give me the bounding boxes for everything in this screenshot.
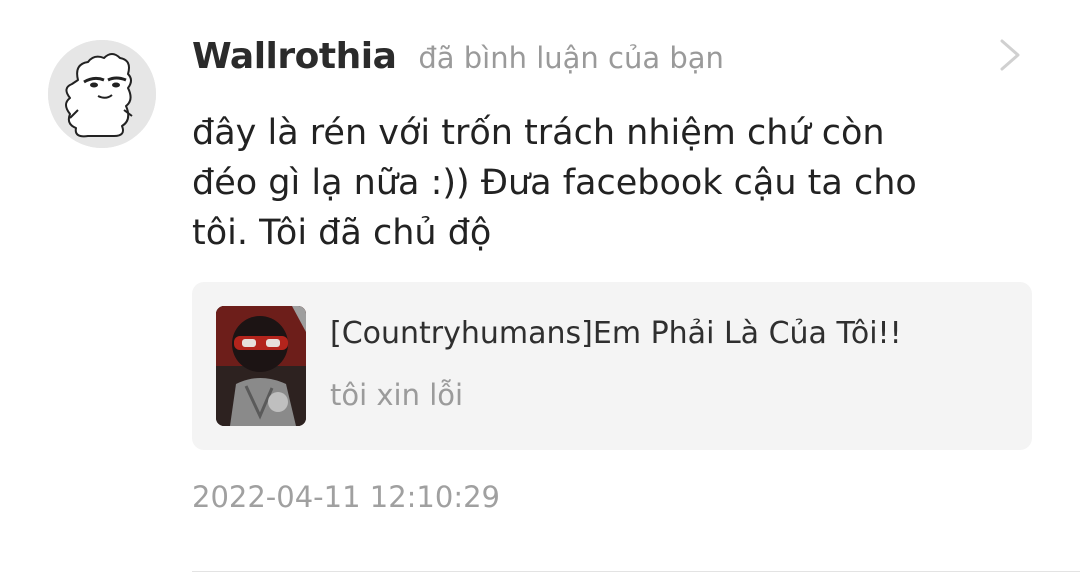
comment-line: tôi. Tôi đã chủ độ <box>192 213 492 253</box>
notification-header: Wallrothia đã bình luận của bạn <box>192 36 724 84</box>
story-cover[interactable] <box>216 306 306 426</box>
story-subtitle: tôi xin lỗi <box>330 378 464 412</box>
chevron-right-icon[interactable] <box>996 38 1024 72</box>
sketch-creature-icon <box>48 40 156 148</box>
comment-text: đây là rén với trốn trách nhiệm chứ còn … <box>192 108 1022 258</box>
user-avatar[interactable] <box>48 40 156 148</box>
comment-line: đéo gì lạ nữa :)) Đưa facebook cậu ta ch… <box>192 163 917 203</box>
username[interactable]: Wallrothia <box>192 36 397 77</box>
story-cover-image <box>216 306 306 426</box>
story-card[interactable]: [Countryhumans]Em Phải Là Của Tôi!! tôi … <box>192 282 1032 450</box>
story-title: [Countryhumans]Em Phải Là Của Tôi!! <box>330 316 902 351</box>
timestamp: 2022-04-11 12:10:29 <box>192 480 500 514</box>
comment-line: đây là rén với trốn trách nhiệm chứ còn <box>192 113 885 153</box>
action-text: đã bình luận của bạn <box>418 41 724 75</box>
